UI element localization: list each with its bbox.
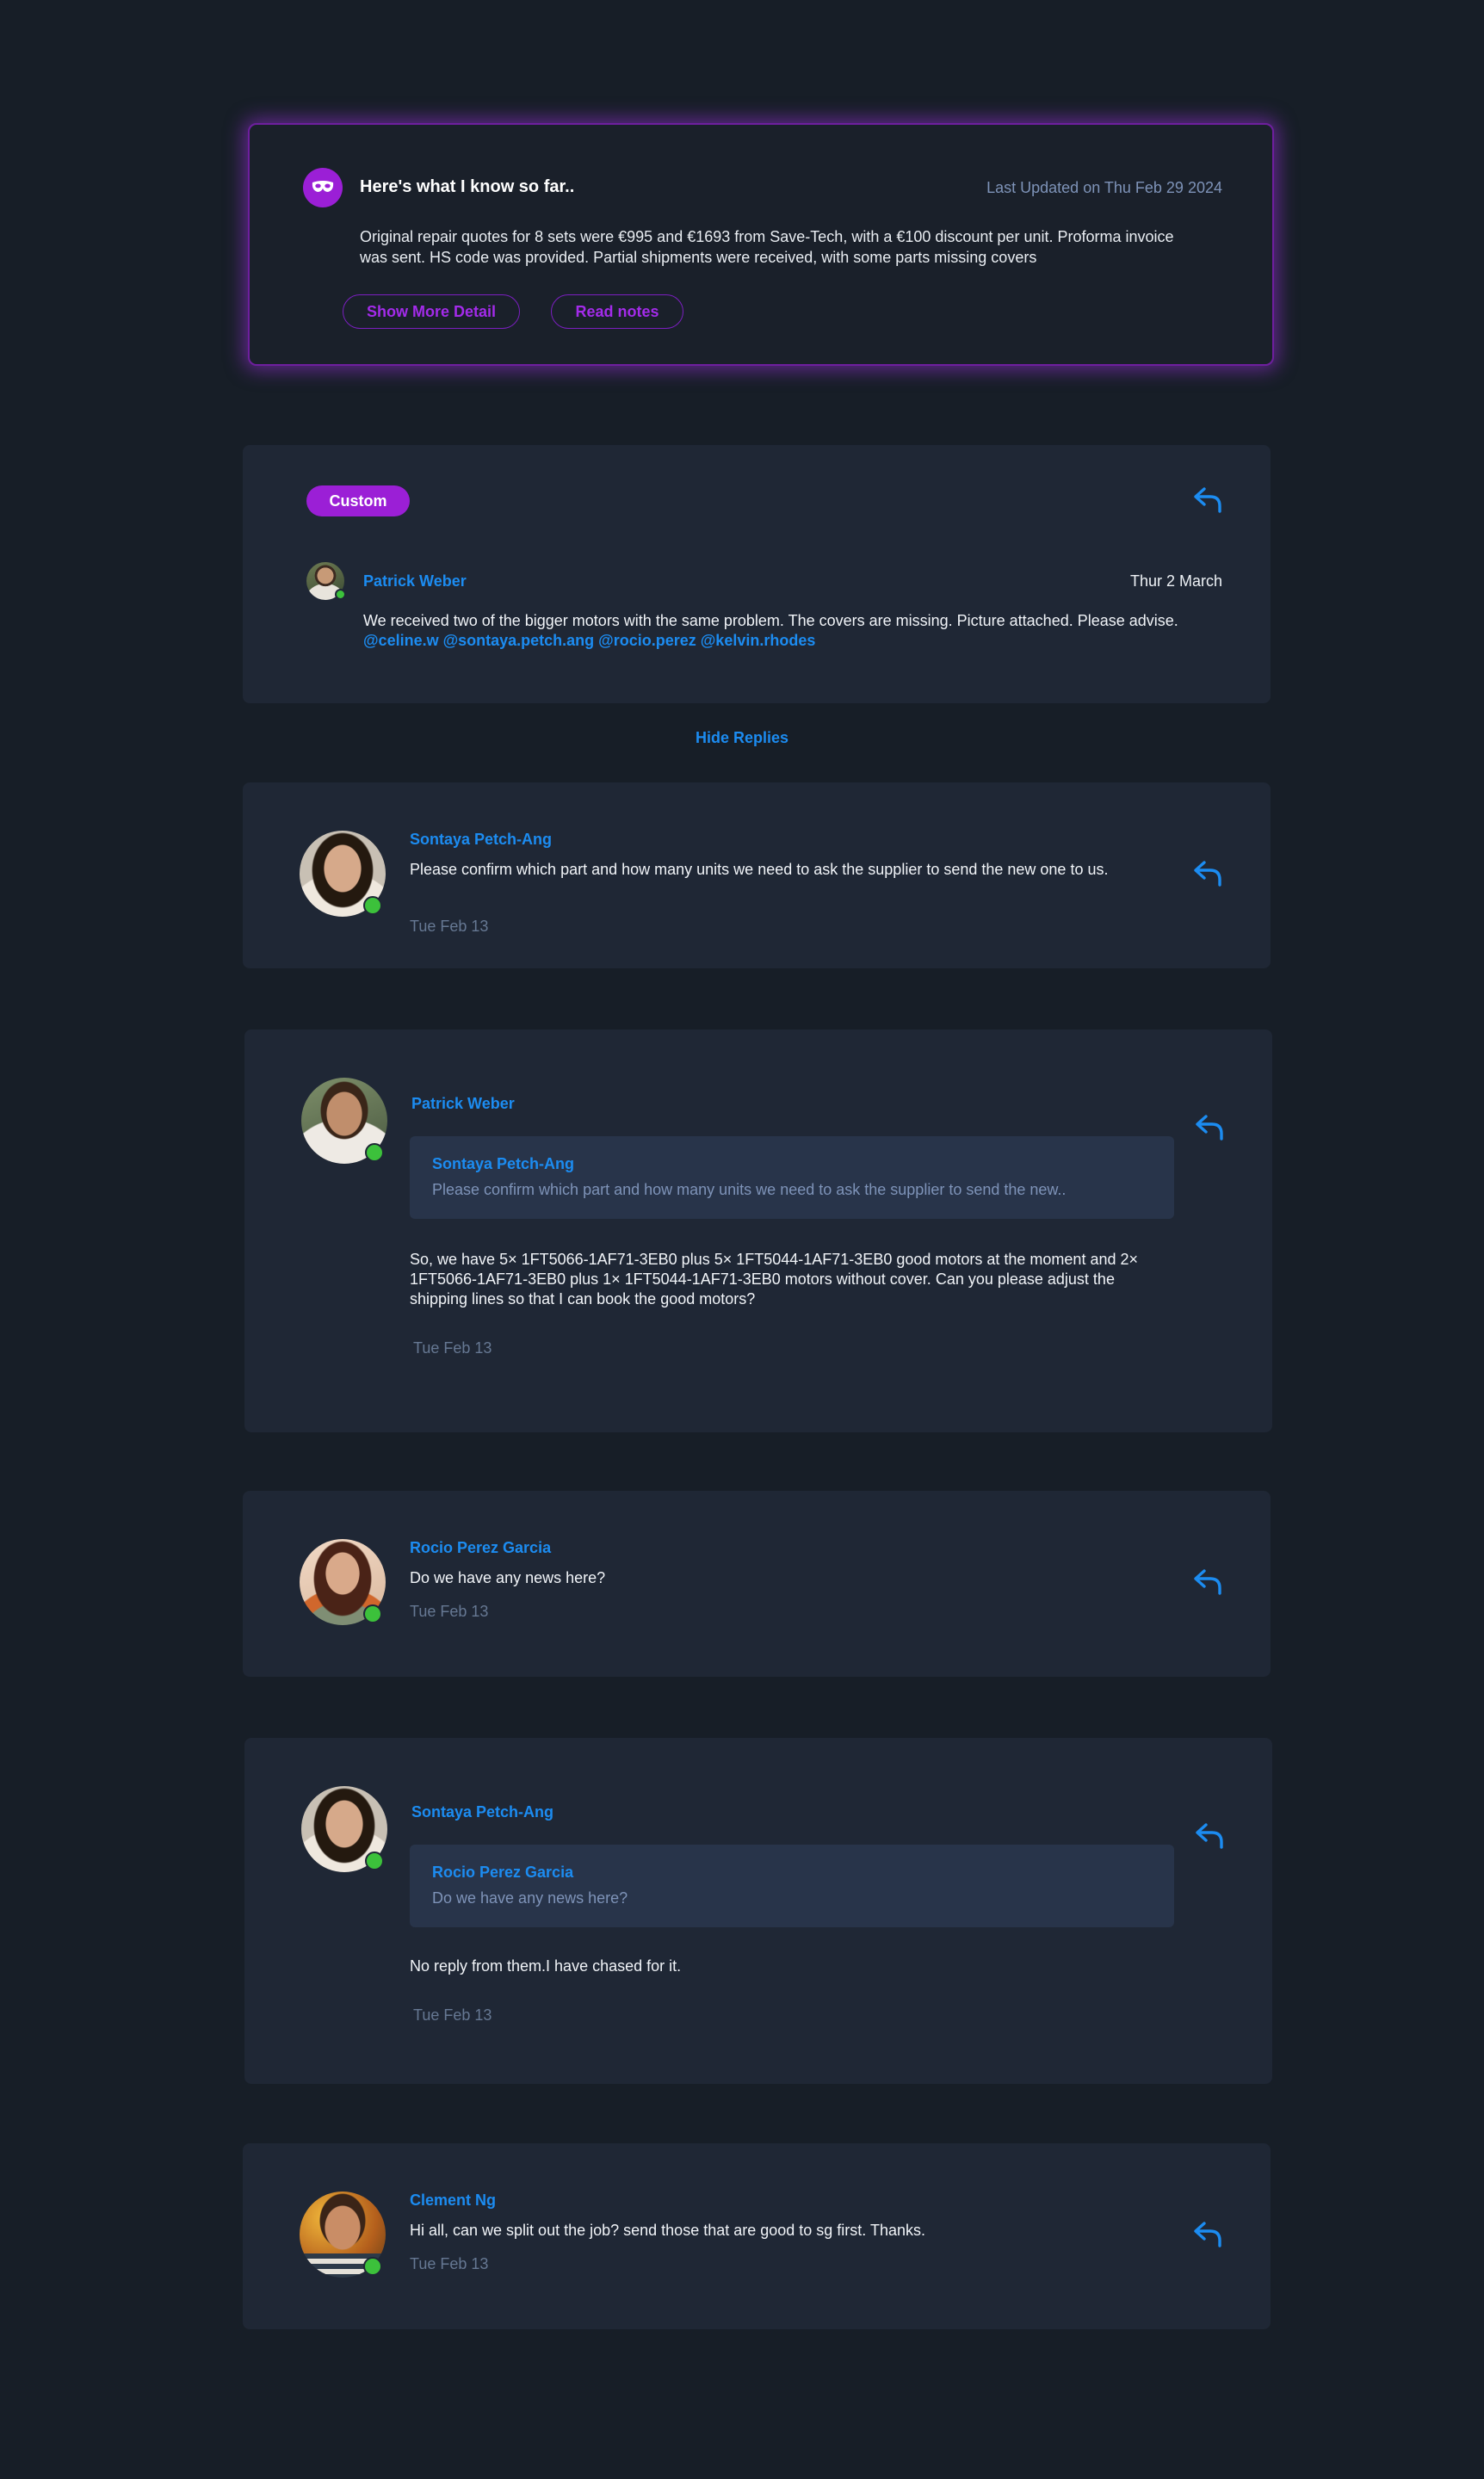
reply-date: Tue Feb 13: [413, 1339, 492, 1357]
reply-text: So, we have 5× 1FT5066-1AF71-3EB0 plus 5…: [410, 1251, 1138, 1308]
assistant-avatar: [303, 168, 343, 207]
mask-icon: [312, 181, 334, 192]
reply-text: Hi all, can we split out the job? send t…: [410, 2222, 926, 2239]
hide-replies-link[interactable]: Hide Replies: [0, 729, 1484, 747]
page: Here's what I know so far.. Last Updated…: [0, 0, 1484, 2479]
reply-date: Tue Feb 13: [413, 2006, 492, 2024]
reply-card: Clement Ng Hi all, can we split out the …: [243, 2143, 1271, 2329]
reply-date: Tue Feb 13: [410, 918, 489, 935]
reply-text: Please confirm which part and how many u…: [410, 861, 1109, 878]
online-status-icon: [363, 2257, 382, 2276]
summary-title: Here's what I know so far..: [360, 177, 575, 196]
read-notes-button[interactable]: Read notes: [551, 294, 683, 329]
custom-tag: Custom: [306, 485, 410, 516]
online-status-icon: [365, 1852, 384, 1870]
post-text: We received two of the bigger motors wit…: [363, 611, 1224, 651]
summary-text: Original repair quotes for 8 sets were €…: [360, 228, 1174, 266]
reply-icon[interactable]: [1195, 1114, 1224, 1141]
thread-post: Custom Patrick Weber Thur 2 March We rec…: [243, 445, 1271, 703]
reply-icon[interactable]: [1193, 1568, 1222, 1596]
reply-icon[interactable]: [1195, 1822, 1224, 1850]
author-name[interactable]: Patrick Weber: [411, 1095, 515, 1113]
summary-card: Here's what I know so far.. Last Updated…: [248, 123, 1274, 366]
reply-icon[interactable]: [1193, 486, 1222, 514]
last-updated: Last Updated on Thu Feb 29 2024: [986, 179, 1222, 196]
author-name[interactable]: Sontaya Petch-Ang: [410, 831, 552, 849]
reply-card: Rocio Perez Garcia Do we have any news h…: [243, 1491, 1271, 1677]
author-name[interactable]: Clement Ng: [410, 2192, 496, 2210]
online-status-icon: [365, 1143, 384, 1162]
avatar: [301, 1786, 387, 1872]
author-name[interactable]: Sontaya Petch-Ang: [411, 1803, 553, 1821]
quote-author: Sontaya Petch-Ang: [432, 1155, 575, 1172]
author-name[interactable]: Rocio Perez Garcia: [410, 1539, 551, 1557]
avatar: [300, 1539, 386, 1625]
avatar: [306, 562, 346, 600]
reply-card: Sontaya Petch-Ang Please confirm which p…: [243, 782, 1271, 968]
quote-text: Do we have any news here?: [432, 1889, 628, 1907]
quoted-message[interactable]: Sontaya Petch-Ang Please confirm which p…: [410, 1136, 1174, 1219]
post-text-body: We received two of the bigger motors wit…: [363, 612, 1178, 629]
avatar: [301, 1078, 387, 1164]
show-more-detail-button[interactable]: Show More Detail: [343, 294, 520, 329]
avatar: [300, 831, 386, 917]
reply-text: Do we have any news here?: [410, 1569, 606, 1586]
avatar: [300, 2192, 386, 2278]
mentions[interactable]: @celine.w @sontaya.petch.ang @rocio.pere…: [363, 632, 815, 649]
reply-icon[interactable]: [1193, 2221, 1222, 2248]
post-date: Thur 2 March: [1129, 572, 1222, 590]
reply-card: Sontaya Petch-Ang Rocio Perez Garcia Do …: [244, 1738, 1272, 2084]
reply-date: Tue Feb 13: [410, 2255, 489, 2272]
online-status-icon: [335, 589, 346, 600]
reply-text: No reply from them.I have chased for it.: [410, 1957, 682, 1975]
quoted-message[interactable]: Rocio Perez Garcia Do we have any news h…: [410, 1845, 1174, 1927]
quote-author: Rocio Perez Garcia: [432, 1864, 574, 1881]
quote-text: Please confirm which part and how many u…: [432, 1181, 1067, 1198]
author-name[interactable]: Patrick Weber: [363, 572, 467, 590]
reply-date: Tue Feb 13: [410, 1603, 489, 1620]
online-status-icon: [363, 896, 382, 915]
reply-card: Patrick Weber Sontaya Petch-Ang Please c…: [244, 1029, 1272, 1432]
online-status-icon: [363, 1604, 382, 1623]
reply-icon[interactable]: [1193, 860, 1222, 887]
